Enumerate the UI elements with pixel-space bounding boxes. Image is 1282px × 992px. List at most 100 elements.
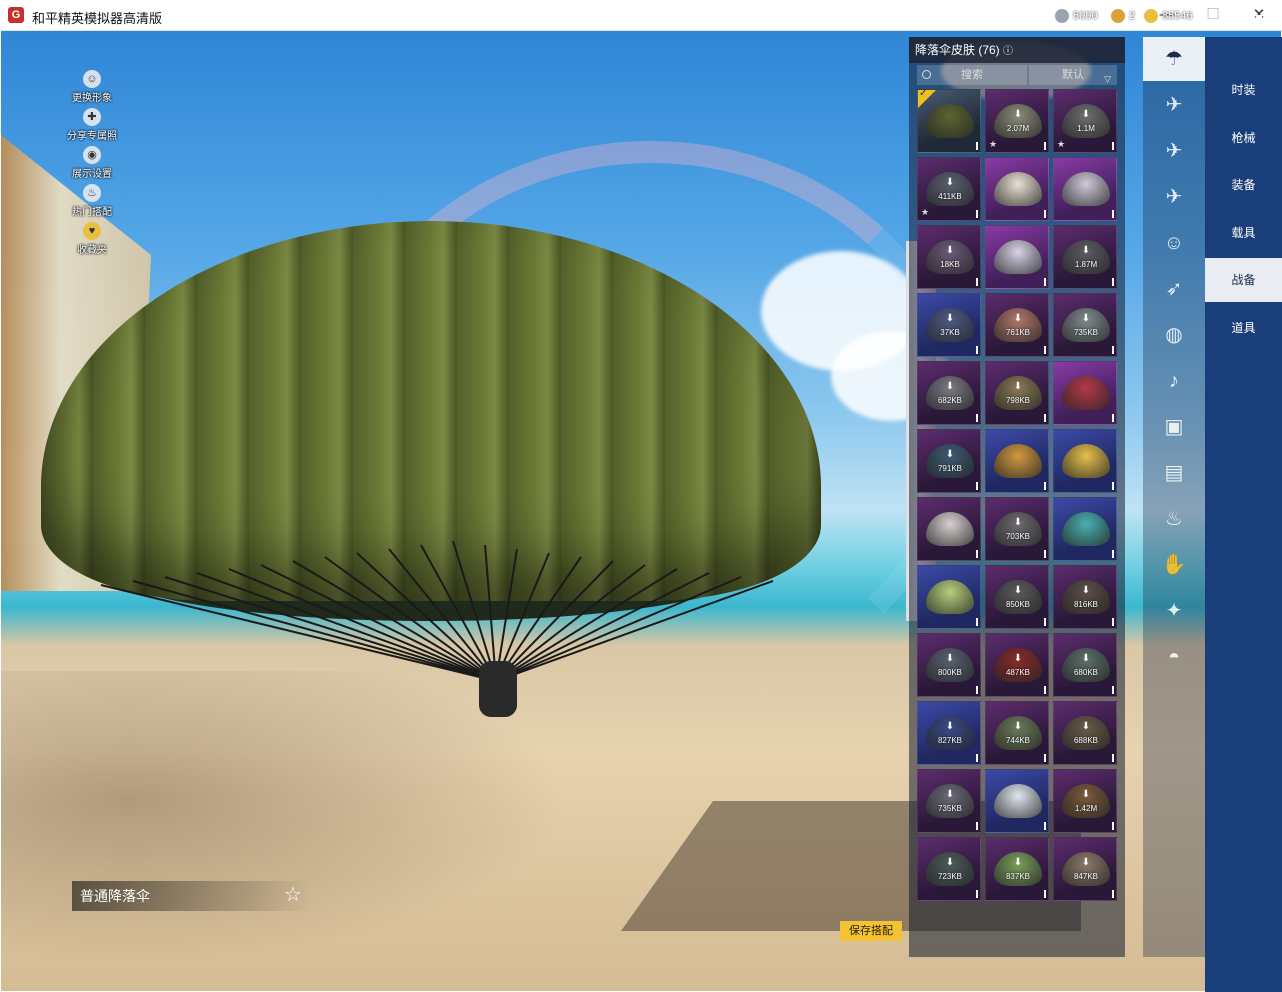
tile-marker <box>1112 482 1114 490</box>
skin-tile[interactable]: ✓ <box>917 89 981 153</box>
side-item-popular[interactable]: ♨ 热门搭配 <box>62 184 122 218</box>
hand-icon[interactable]: ✋ <box>1143 543 1205 587</box>
chevron-down-icon: ▽ <box>1104 74 1111 84</box>
file-size: 837KB <box>1005 872 1031 881</box>
skin-tile[interactable]: ⬇ 798KB <box>985 361 1049 425</box>
tile-marker <box>1112 754 1114 762</box>
side-item-display-settings[interactable]: ◉ 展示设置 <box>62 146 122 180</box>
skin-tile[interactable] <box>1053 497 1117 561</box>
jet-icon[interactable]: ✈ <box>1143 175 1205 219</box>
maximize-button[interactable]: ☐ <box>1190 0 1236 31</box>
skin-tile[interactable]: ⬇ 850KB <box>985 565 1049 629</box>
tab-5[interactable]: 道具 <box>1205 306 1282 350</box>
skin-tile[interactable] <box>985 225 1049 289</box>
download-icon: ⬇ <box>945 381 955 392</box>
skin-tile[interactable]: ⬇ 816KB <box>1053 565 1117 629</box>
app-logo-icon: G <box>8 7 24 23</box>
silver-coin-icon <box>1055 9 1069 23</box>
search-input[interactable]: 搜索 <box>917 65 1027 85</box>
skin-tile[interactable]: ⬇ 37KB <box>917 293 981 357</box>
tile-marker <box>1044 482 1046 490</box>
speaker-icon[interactable]: ♪ <box>1143 359 1205 403</box>
plane-icon[interactable]: ✈ <box>1143 129 1205 173</box>
help-icon[interactable]: ⓘ <box>1003 46 1013 57</box>
ufo-icon[interactable]: ◓ <box>1143 635 1205 679</box>
favorite-star-icon[interactable]: ☆ <box>284 882 302 907</box>
tab-1[interactable]: 枪械 <box>1205 116 1282 160</box>
tile-marker <box>1112 550 1114 558</box>
skin-tile[interactable]: ⬇ 735KB <box>1053 293 1117 357</box>
skin-tile[interactable] <box>917 565 981 629</box>
window-title: 和平精英模拟器高清版 <box>32 11 163 26</box>
sort-dropdown[interactable]: 默认 ▽ <box>1029 65 1117 85</box>
side-item-change-avatar[interactable]: ☺ 更换形象 <box>62 70 122 104</box>
skin-tile[interactable]: ⬇ 847KB <box>1053 837 1117 901</box>
side-item-share[interactable]: ✚ 分享专属照 <box>62 108 122 142</box>
skin-tile[interactable]: ⬇ 800KB <box>917 633 981 697</box>
glider-icon[interactable]: ➶ <box>1143 267 1205 311</box>
skin-tile[interactable]: ⬇ 18KB <box>917 225 981 289</box>
favorite-icon: ♥ <box>83 222 101 240</box>
skin-tile[interactable]: ⬇ 723KB <box>917 837 981 901</box>
skin-tile[interactable]: ⬇ 827KB <box>917 701 981 765</box>
tile-marker <box>1112 890 1114 898</box>
download-icon: ⬇ <box>1081 653 1091 664</box>
file-size: 1.87M <box>1074 260 1098 269</box>
tile-marker <box>1044 142 1046 150</box>
tile-marker <box>976 414 978 422</box>
badge-icon[interactable]: ▣ <box>1143 405 1205 449</box>
save-outfit-button[interactable]: 保存搭配 <box>840 921 902 941</box>
skin-tile[interactable]: ⬇ 688KB <box>1053 701 1117 765</box>
tab-2[interactable]: 装备 <box>1205 163 1282 207</box>
emote-icon[interactable]: ☺ <box>1143 221 1205 265</box>
skin-tile[interactable] <box>985 157 1049 221</box>
pet-icon[interactable]: ◍ <box>1143 313 1205 357</box>
skin-tile[interactable]: ⬇ 1.1M ★ <box>1053 89 1117 153</box>
side-item-favorites[interactable]: ♥ 收藏夹 <box>62 222 122 256</box>
skin-panel: 降落伞皮肤 (76) ⓘ 搜索 默认 ▽ ✓ ⬇ 2.07M ★ ⬇ 1.1M ★ ⬇ 411K… <box>909 37 1125 957</box>
skin-tile[interactable]: ⬇ 487KB <box>985 633 1049 697</box>
skin-tile[interactable]: ⬇ 1.87M <box>1053 225 1117 289</box>
skin-tile[interactable]: ⬇ 837KB <box>985 837 1049 901</box>
skin-tile[interactable] <box>1053 429 1117 493</box>
skin-tile[interactable]: ⬇ 2.07M ★ <box>985 89 1049 153</box>
parachute-thumbnail <box>1062 444 1110 478</box>
parachute-icon[interactable]: ☂ <box>1143 37 1205 81</box>
wand-icon[interactable]: ✦ <box>1143 589 1205 633</box>
skin-tile[interactable]: ⬇ 703KB <box>985 497 1049 561</box>
photo-icon[interactable]: ▤ <box>1143 451 1205 495</box>
eye-icon: ◉ <box>83 146 101 164</box>
skin-tile[interactable]: ⬇ 761KB <box>985 293 1049 357</box>
tile-marker <box>1112 414 1114 422</box>
skin-tile[interactable]: ⬇ 1.42M <box>1053 769 1117 833</box>
tile-marker <box>976 482 978 490</box>
skin-tile[interactable] <box>985 769 1049 833</box>
suspension-line <box>495 560 614 682</box>
skin-tile[interactable] <box>985 429 1049 493</box>
tile-marker <box>1044 686 1046 694</box>
skin-tile[interactable] <box>1053 361 1117 425</box>
skin-tile[interactable]: ⬇ 744KB <box>985 701 1049 765</box>
tab-3[interactable]: 载具 <box>1205 211 1282 255</box>
tab-0[interactable]: 时装 <box>1205 68 1282 112</box>
parachute-thumbnail <box>994 240 1042 274</box>
extinguisher-icon[interactable]: ♨ <box>1143 497 1205 541</box>
aircraft-trail-icon[interactable]: ✈ <box>1143 83 1205 127</box>
download-icon: ⬇ <box>1081 313 1091 324</box>
close-icon[interactable]: ✕ <box>1244 5 1274 35</box>
tile-marker <box>1112 210 1114 218</box>
skin-tile[interactable]: ⬇ 682KB <box>917 361 981 425</box>
parachute-preview[interactable] <box>41 221 831 721</box>
download-icon: ⬇ <box>1013 517 1023 528</box>
download-icon: ⬇ <box>945 721 955 732</box>
skin-tile[interactable]: ⬇ 411KB ★ <box>917 157 981 221</box>
download-icon: ⬇ <box>1081 585 1091 596</box>
tab-4[interactable]: 战备 <box>1205 258 1282 302</box>
suspension-line <box>495 564 646 682</box>
skin-tile[interactable]: ⬇ 680KB <box>1053 633 1117 697</box>
skin-tile[interactable]: ⬇ 735KB <box>917 769 981 833</box>
skin-tile[interactable]: ⬇ 791KB <box>917 429 981 493</box>
skin-tile[interactable] <box>917 497 981 561</box>
download-icon: ⬇ <box>1013 585 1023 596</box>
skin-tile[interactable] <box>1053 157 1117 221</box>
